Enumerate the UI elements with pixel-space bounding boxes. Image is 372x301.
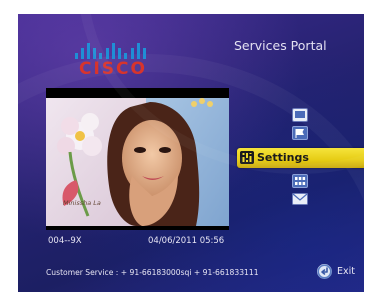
- mail-icon[interactable]: [292, 192, 308, 206]
- exit-icon: [317, 264, 332, 279]
- menu-item-settings[interactable]: Settings: [237, 148, 364, 168]
- video-preview[interactable]: Minissha La: [46, 88, 229, 230]
- grid-icon[interactable]: [292, 174, 308, 188]
- channel-number: 004--9X: [48, 236, 82, 246]
- cisco-logo-bars: [73, 37, 151, 59]
- settings-icon: [240, 151, 254, 164]
- customer-service-text: Customer Service : + 91-66183000sqi + 91…: [46, 268, 259, 277]
- tv-icon[interactable]: [292, 108, 308, 122]
- exit-label: Exit: [337, 266, 355, 277]
- portal-title: Services Portal: [234, 38, 327, 53]
- menu-item-settings-label: Settings: [257, 151, 309, 164]
- cisco-logo: CISCO: [73, 37, 151, 87]
- video-overlay-text: Minissha La: [63, 199, 101, 207]
- video-frame: [46, 88, 229, 230]
- cisco-logo-text: CISCO: [79, 59, 147, 79]
- tv-screen: CISCO Services Portal Minissha La Settin…: [18, 14, 364, 292]
- flag-icon[interactable]: [292, 126, 308, 140]
- date-time: 04/06/2011 05:56: [148, 236, 225, 246]
- exit-button[interactable]: Exit: [317, 264, 364, 280]
